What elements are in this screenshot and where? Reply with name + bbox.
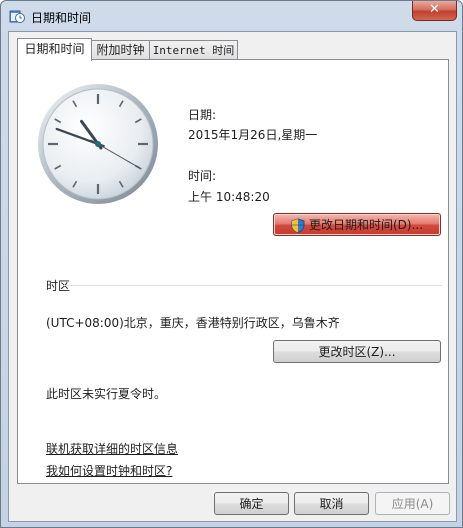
date-label: 日期: <box>188 108 217 122</box>
apply-button[interactable]: 应用(A) <box>375 492 450 515</box>
time-label: 时间: <box>188 169 217 183</box>
change-date-time-button[interactable]: 更改日期和时间(D)... <box>273 213 441 236</box>
tab-panel-date-and-time: 日期: 2015年1月26日,星期一 时间: 上午 10:48:20 更改日期和… <box>17 59 449 484</box>
time-value: 上午 10:48:20 <box>188 190 270 204</box>
timezone-divider <box>64 285 442 286</box>
change-date-time-label: 更改日期和时间(D)... <box>308 218 424 232</box>
uac-shield-icon <box>291 218 305 233</box>
tab-internet-time[interactable]: Internet 时间 <box>149 40 238 60</box>
cancel-button[interactable]: 取消 <box>294 492 369 515</box>
close-button[interactable]: ✕ <box>412 1 457 21</box>
change-timezone-button[interactable]: 更改时区(Z)... <box>273 340 441 363</box>
ok-button[interactable]: 确定 <box>214 492 289 515</box>
close-icon: ✕ <box>429 2 440 17</box>
title-bar[interactable]: 日期和时间 ✕ <box>1 1 462 31</box>
clock-center-pin <box>95 141 101 147</box>
tab-date-and-time[interactable]: 日期和时间 <box>17 38 92 61</box>
dst-note: 此时区未实行夏令时。 <box>46 387 167 401</box>
tab-additional-clocks[interactable]: 附加时钟 <box>91 40 150 60</box>
how-to-set-clock-link[interactable]: 我如何设置时钟和时区? <box>46 462 172 479</box>
date-value: 2015年1月26日,星期一 <box>188 128 318 142</box>
dialog-client-area: 日期和时间 附加时钟 Internet 时间 日期: 2015年1月26日,星期… <box>8 31 457 522</box>
online-timezone-info-link[interactable]: 联机获取详细的时区信息 <box>46 440 178 457</box>
date-time-dialog: 日期和时间 ✕ 日期和时间 附加时钟 Internet 时间 日期: 2015年… <box>0 0 463 528</box>
window-title: 日期和时间 <box>31 11 92 25</box>
date-time-app-icon <box>9 10 25 23</box>
analog-clock <box>38 84 158 204</box>
timezone-value: (UTC+08:00)北京，重庆，香港特别行政区，乌鲁木齐 <box>46 316 340 330</box>
